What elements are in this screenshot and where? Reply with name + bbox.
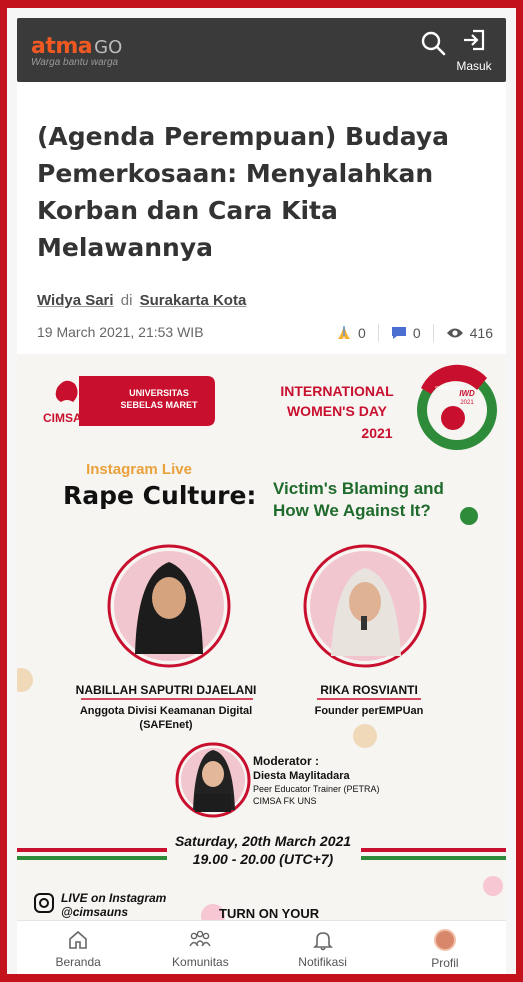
byline-connector: di <box>120 292 133 309</box>
view-count: 416 <box>469 325 493 341</box>
like-stat[interactable]: 0 <box>336 325 366 341</box>
bell-icon <box>312 932 333 951</box>
login-label: Masuk <box>456 59 492 73</box>
university-line-2: SEBELAS MARET <box>120 400 198 410</box>
eye-icon <box>446 328 463 338</box>
comment-stat[interactable]: 0 <box>391 325 421 341</box>
badge-top-text: SPEAK UP <box>435 386 461 392</box>
speaker-2-role: Founder perEMPUan <box>315 705 424 717</box>
like-count: 0 <box>358 325 366 341</box>
article-stats: 0 0 416 <box>336 324 493 342</box>
poster-graphic: CIMSA UNIVERSITAS SEBELAS MARET INTERNAT… <box>17 354 506 920</box>
top-app-bar: atma GO Warga bantu warga Masuk <box>17 18 506 82</box>
bottom-navigation: Beranda Komunitas Notifikasi Profil <box>17 920 506 974</box>
logo-main-text: atma <box>31 34 93 59</box>
speaker-1-photo <box>107 544 231 668</box>
stat-divider <box>377 324 379 342</box>
nav-item-beranda[interactable]: Beranda <box>17 921 139 974</box>
nav-item-notifikasi[interactable]: Notifikasi <box>262 921 384 974</box>
view-stat: 416 <box>446 325 493 341</box>
stripe-left-red <box>17 848 167 852</box>
nav-label: Profil <box>431 956 459 970</box>
article-title: (Agenda Perempuan) Budaya Pemerkosaan: M… <box>37 122 450 262</box>
decor-dot <box>460 507 478 525</box>
stripe-right-red <box>361 848 506 852</box>
event-year: 2021 <box>361 425 392 441</box>
nav-item-profil[interactable]: Profil <box>384 921 506 974</box>
article-byline: Widya Sari di Surakarta Kota <box>37 292 246 309</box>
comment-icon <box>391 327 406 339</box>
moderator-label: Moderator : <box>253 754 319 768</box>
avatar <box>433 929 456 951</box>
cimsa-text: CIMSA <box>43 411 82 425</box>
login-icon <box>464 29 485 51</box>
topic-sub-line-2: How We Against It? <box>273 501 431 520</box>
speaker-1-name: NABILLAH SAPUTRI DJAELANI <box>76 683 257 697</box>
topic-sub-line-1: Victim's Blaming and <box>273 479 444 498</box>
speaker-1-role-line-2: (SAFEnet) <box>139 719 193 731</box>
moderator-name: Diesta Maylitadara <box>253 770 350 782</box>
logo-tagline: Warga bantu warga <box>31 57 119 68</box>
app-frame: atma GO Warga bantu warga Masuk (Agenda P… <box>7 8 516 974</box>
logo-go-text: GO <box>94 37 123 58</box>
nav-item-komunitas[interactable]: Komunitas <box>139 921 261 974</box>
location-link[interactable]: Surakarta Kota <box>140 292 247 309</box>
community-icon <box>189 930 211 947</box>
login-button[interactable]: Masuk <box>450 28 498 76</box>
home-icon <box>69 930 87 949</box>
stripe-right-green <box>361 856 506 860</box>
turn-on-text: TURN ON YOUR <box>219 906 320 920</box>
instagram-live-text: Instagram Live <box>86 461 192 478</box>
nav-label: Notifikasi <box>298 955 347 969</box>
pray-hands-icon <box>338 326 351 339</box>
event-line-1: INTERNATIONAL <box>280 383 394 399</box>
atmago-logo[interactable]: atma GO Warga bantu warga <box>31 34 122 68</box>
live-line-1: LIVE on Instagram <box>61 891 167 905</box>
nav-label: Komunitas <box>172 955 229 969</box>
search-icon <box>421 31 446 56</box>
decor-dot <box>483 876 503 896</box>
moderator-role-line-1: Peer Educator Trainer (PETRA) <box>253 784 380 794</box>
event-time: 19.00 - 20.00 (UTC+7) <box>193 851 334 867</box>
nav-label: Beranda <box>55 955 101 969</box>
article-meta: 19 March 2021, 21:53 WIB 0 0 416 <box>37 324 493 342</box>
article-datetime: 19 March 2021, 21:53 WIB <box>37 324 204 340</box>
search-button[interactable] <box>420 30 448 58</box>
comment-count: 0 <box>412 325 421 341</box>
moderator-role-line-2: CIMSA FK UNS <box>253 796 317 806</box>
badge-year: 2021 <box>460 400 474 406</box>
decor-dot <box>353 724 377 748</box>
event-date: Saturday, 20th March 2021 <box>175 833 351 849</box>
university-line-1: UNIVERSITAS <box>129 388 189 398</box>
article-poster-image[interactable]: CIMSA UNIVERSITAS SEBELAS MARET INTERNAT… <box>17 354 506 920</box>
stripe-left-green <box>17 856 167 860</box>
stat-divider <box>432 324 434 342</box>
speaker-1-role-line-1: Anggota Divisi Keamanan Digital <box>80 705 252 717</box>
live-line-2: @cimsauns <box>61 905 128 919</box>
speaker-2-name: RIKA ROSVIANTI <box>320 683 418 697</box>
moderator-photo <box>175 742 251 818</box>
topic-main: Rape Culture: <box>63 481 256 510</box>
article-content: (Agenda Perempuan) Budaya Pemerkosaan: M… <box>17 82 506 920</box>
iwd-badge: IWD 2021 SPEAK UP <box>417 364 497 450</box>
event-line-2: WOMEN'S DAY <box>287 403 388 419</box>
badge-text: IWD <box>459 389 475 398</box>
author-link[interactable]: Widya Sari <box>37 292 114 309</box>
speaker-2-photo <box>303 544 427 668</box>
